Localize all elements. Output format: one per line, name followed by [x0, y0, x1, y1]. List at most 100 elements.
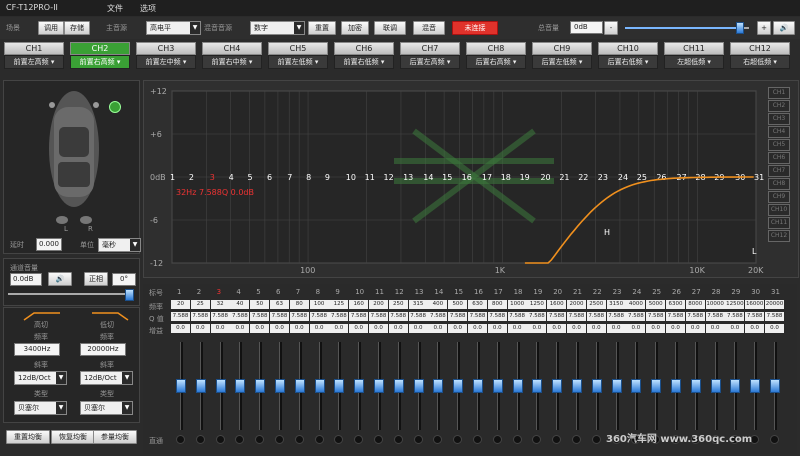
band-gain-input[interactable]: 0.0 [468, 324, 487, 333]
reset-eq-button[interactable]: 重置均衡 [6, 430, 50, 444]
band-gain-input[interactable]: 0.0 [388, 324, 408, 333]
band-freq-input[interactable]: 125 [329, 300, 349, 309]
band-gain-knob[interactable] [433, 379, 444, 393]
master-volume-slider[interactable] [625, 22, 749, 34]
band-freq-input[interactable]: 80 [289, 300, 309, 309]
band-bypass-toggle[interactable] [334, 435, 344, 444]
band-q-input[interactable]: 7.588 [309, 312, 329, 321]
channel-button-ch12[interactable]: CH12 右超低频 ▾ [730, 42, 790, 69]
band-freq-input[interactable]: 8000 [685, 300, 705, 309]
band-gain-input[interactable]: 0.0 [210, 324, 230, 333]
band-gain-knob[interactable] [294, 379, 305, 393]
channel-button-ch5[interactable]: CH5 前置左低频 ▾ [268, 42, 328, 69]
band-bypass-toggle[interactable] [195, 435, 205, 444]
band-bypass-toggle[interactable] [433, 435, 443, 444]
band-gain-knob[interactable] [671, 379, 681, 393]
band-bypass-toggle[interactable] [512, 435, 522, 444]
band-gain-knob[interactable] [512, 379, 523, 393]
side-channel-ch12[interactable]: CH12 [768, 230, 790, 242]
side-channel-ch6[interactable]: CH6 [768, 152, 790, 164]
hp-type-select[interactable]: 贝塞尔 ▼ [14, 401, 67, 415]
band-bypass-toggle[interactable] [572, 435, 581, 444]
band-freq-input[interactable]: 1250 [527, 300, 547, 309]
band-freq-input[interactable]: 160 [349, 300, 369, 309]
channel-gain-knob[interactable] [125, 289, 134, 301]
band-freq-input[interactable]: 20000 [765, 300, 784, 309]
band-gain-input[interactable]: 0.0 [507, 324, 527, 333]
channel-role[interactable]: 左超低频 ▾ [664, 55, 724, 69]
connection-status-button[interactable]: 未连接 [452, 21, 498, 35]
channel-role[interactable]: 后置左低频 ▾ [532, 55, 592, 69]
side-channel-ch2[interactable]: CH2 [768, 100, 790, 112]
channel-button-ch3[interactable]: CH3 前置左中频 ▾ [136, 42, 196, 69]
master-volume-knob[interactable] [736, 22, 745, 34]
band-freq-input[interactable]: 2000 [567, 300, 586, 309]
band-gain-input[interactable]: 0.0 [230, 324, 250, 333]
band-freq-input[interactable]: 630 [468, 300, 487, 309]
band-gain-input[interactable]: 0.0 [606, 324, 626, 333]
band-gain-knob[interactable] [235, 379, 246, 393]
delay-input[interactable]: 0.000 [36, 238, 62, 251]
band-q-input[interactable]: 7.588 [567, 312, 586, 321]
band-gain-knob[interactable] [591, 379, 602, 393]
save-button[interactable]: 存储 [64, 21, 90, 35]
band-freq-input[interactable]: 315 [408, 300, 428, 309]
channel-role[interactable]: 前置右高频 ▾ [70, 55, 130, 69]
band-freq-input[interactable]: 100 [309, 300, 329, 309]
band-gain-knob[interactable] [334, 379, 345, 393]
band-gain-input[interactable]: 0.0 [270, 324, 289, 333]
side-channel-ch1[interactable]: CH1 [768, 87, 790, 99]
eq-graph[interactable]: +12+60dB-6-12100 1K 10K 20K1 2 3 4 5 6 7 8 9 10 11 12 1… [144, 81, 798, 277]
band-gain-input[interactable]: 0.0 [309, 324, 329, 333]
channel-gain-slider[interactable] [8, 293, 132, 295]
band-freq-input[interactable]: 32 [210, 300, 230, 309]
channel-role[interactable]: 前置左低频 ▾ [268, 55, 328, 69]
restore-eq-button[interactable]: 恢复均衡 [51, 430, 95, 444]
band-gain-knob[interactable] [572, 379, 582, 393]
band-q-input[interactable]: 7.588 [428, 312, 448, 321]
band-gain-input[interactable]: 0.0 [527, 324, 547, 333]
band-q-input[interactable]: 7.588 [626, 312, 646, 321]
band-q-input[interactable]: 7.588 [705, 312, 725, 321]
band-bypass-toggle[interactable] [314, 435, 324, 444]
band-gain-input[interactable]: 0.0 [487, 324, 507, 333]
band-freq-input[interactable]: 25 [190, 300, 210, 309]
band-freq-input[interactable]: 2500 [586, 300, 606, 309]
band-bypass-toggle[interactable] [591, 435, 601, 444]
band-bypass-toggle[interactable] [552, 435, 562, 444]
band-gain-knob[interactable] [374, 379, 384, 393]
channel-gain-input[interactable]: 0.0dB [10, 273, 42, 286]
side-channel-ch8[interactable]: CH8 [768, 178, 790, 190]
band-gain-input[interactable]: 0.0 [289, 324, 309, 333]
band-freq-input[interactable]: 200 [369, 300, 388, 309]
volume-plus-button[interactable]: + [757, 21, 771, 35]
band-gain-input[interactable]: 0.0 [369, 324, 388, 333]
channel-button-ch11[interactable]: CH11 左超低频 ▾ [664, 42, 724, 69]
band-q-input[interactable]: 7.588 [171, 312, 190, 321]
band-gain-input[interactable]: 0.0 [666, 324, 685, 333]
band-q-input[interactable]: 7.588 [507, 312, 527, 321]
band-freq-input[interactable]: 10000 [705, 300, 725, 309]
side-channel-ch7[interactable]: CH7 [768, 165, 790, 177]
band-freq-input[interactable]: 50 [250, 300, 270, 309]
band-gain-knob[interactable] [611, 379, 622, 393]
speaker-icon[interactable]: 🔊 [773, 21, 795, 35]
band-freq-input[interactable]: 250 [388, 300, 408, 309]
band-q-input[interactable]: 7.588 [646, 312, 666, 321]
mute-speaker-icon[interactable]: 🔊 [48, 272, 72, 286]
link-button[interactable]: 联调 [374, 21, 406, 35]
menu-file[interactable]: 文件 [107, 3, 123, 14]
total-volume-value[interactable]: 0dB [570, 21, 603, 34]
band-bypass-toggle[interactable] [354, 435, 364, 444]
side-channel-ch10[interactable]: CH10 [768, 204, 790, 216]
band-gain-input[interactable]: 0.0 [586, 324, 606, 333]
band-q-input[interactable]: 7.588 [349, 312, 369, 321]
band-q-input[interactable]: 7.588 [745, 312, 765, 321]
band-gain-knob[interactable] [750, 379, 761, 393]
band-gain-knob[interactable] [631, 379, 642, 393]
band-q-input[interactable]: 7.588 [547, 312, 567, 321]
band-q-input[interactable]: 7.588 [765, 312, 784, 321]
band-bypass-toggle[interactable] [413, 435, 423, 444]
band-gain-input[interactable]: 0.0 [626, 324, 646, 333]
band-q-input[interactable]: 7.588 [230, 312, 250, 321]
